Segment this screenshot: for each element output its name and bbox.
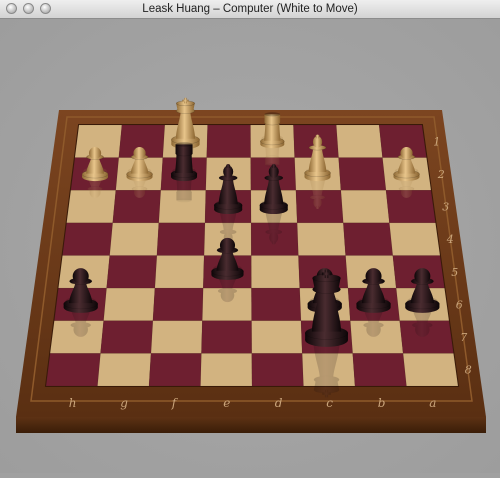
file-label: e: [223, 396, 230, 410]
square-g7[interactable]: [100, 320, 154, 354]
square-f7[interactable]: [150, 320, 203, 354]
file-label: g: [120, 396, 128, 410]
window-title: Leask Huang – Computer (White to Move): [142, 3, 358, 15]
file-label: d: [275, 396, 283, 410]
square-a8[interactable]: [402, 353, 459, 387]
rank-label: 6: [456, 298, 463, 311]
file-label: b: [378, 396, 386, 410]
square-f8[interactable]: [148, 353, 202, 387]
rank-label: 8: [465, 364, 472, 377]
rank-label: 1: [433, 135, 440, 148]
square-e1[interactable]: [206, 124, 251, 158]
board-viewport: 12345678 hgfedcba: [0, 19, 500, 473]
title-bar[interactable]: Leask Huang – Computer (White to Move): [0, 0, 500, 19]
rank-label: 4: [446, 233, 454, 246]
file-label: c: [326, 396, 333, 410]
rank-label: 5: [451, 266, 458, 279]
square-h8[interactable]: [45, 353, 101, 387]
square-f5[interactable]: [154, 255, 205, 289]
square-f6[interactable]: [152, 287, 204, 322]
square-e7[interactable]: [201, 320, 253, 354]
square-b2[interactable]: [338, 157, 387, 191]
chess-window: Leask Huang – Computer (White to Move) 1…: [0, 0, 500, 473]
rank-label: 7: [460, 331, 467, 344]
square-d7[interactable]: [251, 320, 303, 354]
board-squares[interactable]: [45, 124, 459, 387]
file-label: a: [429, 396, 436, 410]
square-a4[interactable]: [389, 222, 441, 256]
square-g6[interactable]: [103, 287, 156, 322]
square-d5[interactable]: [251, 255, 300, 289]
square-g4[interactable]: [109, 222, 160, 256]
file-label: h: [69, 396, 77, 410]
square-g8[interactable]: [97, 353, 152, 387]
rank-label: 2: [437, 168, 445, 181]
square-b3[interactable]: [340, 190, 390, 224]
square-e8[interactable]: [200, 353, 253, 387]
frame-front-edge: [16, 417, 486, 433]
square-d8[interactable]: [251, 353, 304, 387]
square-d6[interactable]: [251, 287, 302, 322]
square-h4[interactable]: [62, 222, 113, 256]
board-scene[interactable]: 12345678 hgfedcba: [0, 19, 500, 473]
square-c4[interactable]: [296, 222, 346, 256]
square-b1[interactable]: [336, 124, 383, 158]
square-g5[interactable]: [106, 255, 158, 289]
square-b8[interactable]: [352, 353, 407, 387]
square-f4[interactable]: [156, 222, 206, 256]
rank-label: 3: [442, 201, 449, 214]
square-b4[interactable]: [343, 222, 394, 256]
